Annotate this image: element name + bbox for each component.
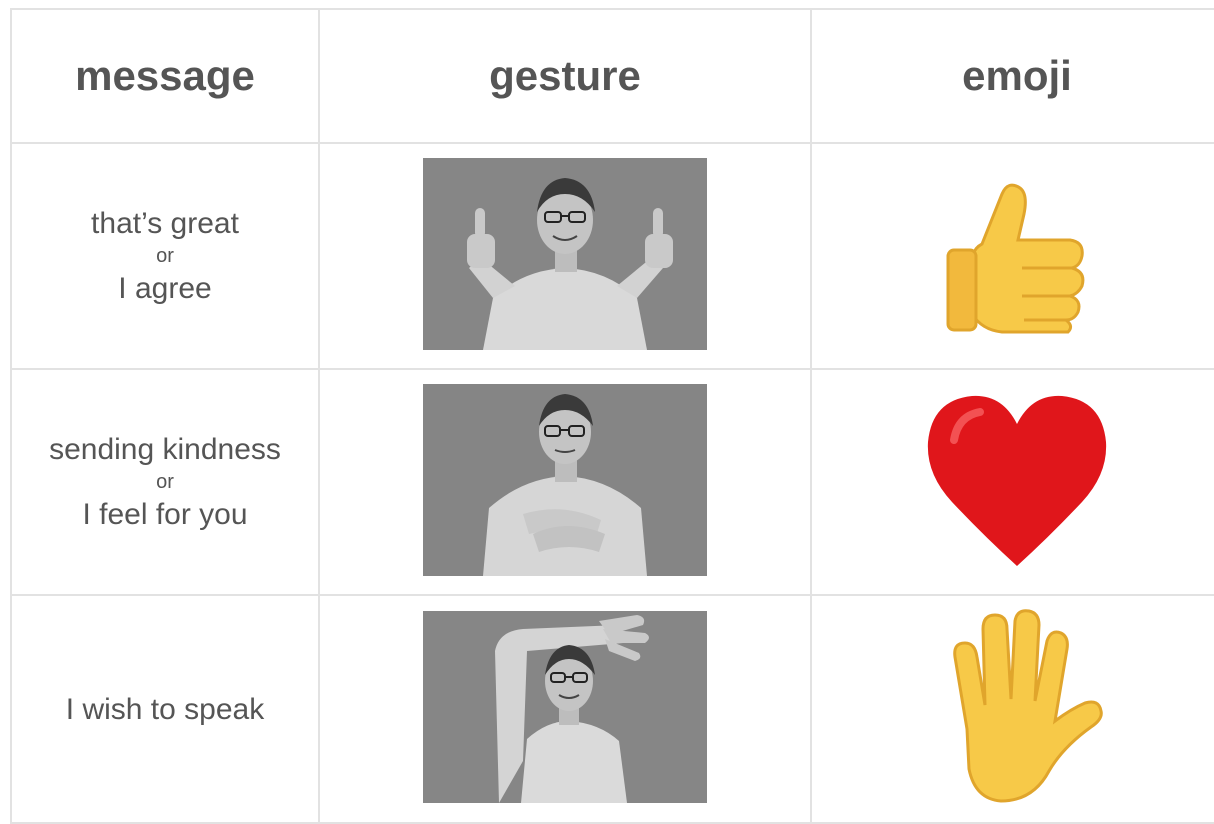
- message-text: sending kindness: [49, 433, 281, 466]
- or-text: or: [156, 245, 174, 267]
- raised-hand-icon: [953, 608, 1103, 803]
- message-text: I agree: [118, 272, 212, 305]
- gesture-cell: [318, 368, 812, 596]
- thumbs-up-gesture-photo: [423, 157, 707, 350]
- table-row: that’s great or I agree: [10, 142, 1214, 370]
- thumbs-up-icon: [946, 183, 1085, 333]
- message-cell: that’s great or I agree: [10, 142, 320, 370]
- message-cell: sending kindness or I feel for you: [10, 368, 320, 596]
- hand-on-heart-gesture-photo: [423, 383, 707, 576]
- emoji-cell: [810, 594, 1214, 824]
- emoji-cell: [810, 142, 1214, 370]
- gesture-cell: [318, 594, 812, 824]
- emoji-cell: [810, 368, 1214, 596]
- raised-hand-gesture-photo: [423, 610, 707, 803]
- table-row: sending kindness or I feel for you: [10, 368, 1214, 596]
- header-emoji: emoji: [810, 8, 1214, 144]
- header-row: message gesture emoji: [10, 8, 1214, 144]
- header-message: message: [10, 8, 320, 144]
- message-text: that’s great: [91, 207, 239, 240]
- message-cell: I wish to speak: [10, 594, 320, 824]
- or-text: or: [156, 471, 174, 493]
- table-row: I wish to speak: [10, 594, 1214, 824]
- message-text: I feel for you: [82, 498, 248, 531]
- gesture-cell: [318, 142, 812, 370]
- gesture-table: message gesture emoji that’s great or I …: [10, 8, 1214, 824]
- header-gesture: gesture: [318, 8, 812, 144]
- heart-icon: [927, 395, 1107, 566]
- message-text: I wish to speak: [65, 692, 265, 726]
